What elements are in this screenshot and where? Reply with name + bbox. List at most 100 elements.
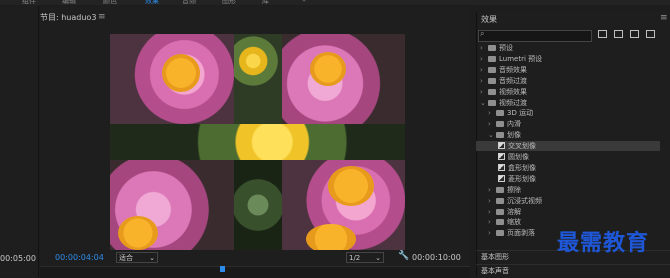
- flower-center: [328, 166, 374, 206]
- source-panel: [0, 6, 39, 277]
- resolution-dropdown[interactable]: 1/2 ⌄: [346, 252, 384, 263]
- video-tile: [234, 34, 282, 124]
- video-tile: [234, 160, 282, 250]
- effect-label: 划像: [507, 131, 521, 140]
- video-tile: [282, 160, 405, 250]
- fit-dropdown-value: 适合: [119, 254, 133, 262]
- chevron-right-icon[interactable]: ›: [480, 76, 483, 86]
- section-essential-sound[interactable]: 基本声音: [476, 264, 670, 277]
- flower-center: [162, 54, 200, 92]
- effect-folder[interactable]: › 音频过渡: [480, 76, 650, 86]
- menu-item-color[interactable]: 颜色: [103, 0, 117, 5]
- video-tile: [282, 34, 405, 124]
- folder-icon: [488, 55, 496, 62]
- effect-label: 溶解: [507, 207, 521, 216]
- chevron-right-icon[interactable]: ›: [488, 119, 491, 129]
- effect-folder[interactable]: › 预设: [480, 43, 650, 53]
- chevron-right-icon[interactable]: ›: [488, 207, 491, 217]
- effect-folder[interactable]: ⌄ 视频过渡: [480, 98, 650, 108]
- flower-center: [118, 216, 158, 250]
- folder-icon: [496, 219, 504, 226]
- hamburger-icon[interactable]: ≡: [98, 12, 106, 22]
- flower-center: [306, 224, 356, 250]
- menu-item-effects[interactable]: 效果: [145, 0, 159, 5]
- hamburger-icon[interactable]: ≡: [660, 13, 668, 23]
- program-monitor-title[interactable]: 节目: huaduo3: [40, 12, 96, 28]
- effect-label: 内滑: [507, 120, 521, 129]
- resolution-dropdown-value: 1/2: [349, 254, 361, 262]
- chevron-down-icon[interactable]: ⌄: [488, 130, 494, 140]
- effect-folder[interactable]: › 沉浸式视频: [480, 196, 650, 206]
- video-tile: [110, 124, 405, 160]
- chevron-right-icon[interactable]: ›: [488, 196, 491, 206]
- folder-icon: [496, 132, 504, 139]
- effect-folder[interactable]: › 视频效果: [480, 87, 650, 97]
- source-timecode: 00:05:00: [0, 254, 36, 263]
- effect-label: Lumetri 预设: [499, 54, 543, 63]
- effect-folder[interactable]: › 3D 运动: [480, 108, 650, 118]
- folder-icon: [496, 110, 504, 117]
- effect-label: 视频过渡: [499, 98, 527, 107]
- chevron-right-icon[interactable]: ›: [480, 54, 483, 64]
- effect-folder[interactable]: ⌄ 划像: [480, 130, 650, 140]
- effect-folder[interactable]: › 内滑: [480, 119, 650, 129]
- chevron-down-icon: ⌄: [375, 254, 381, 262]
- video-tile: [110, 34, 234, 124]
- effects-panel-title[interactable]: 效果: [481, 14, 497, 25]
- folder-icon: [488, 66, 496, 73]
- effect-label: 盒形划像: [508, 163, 536, 172]
- effects-search-input[interactable]: [478, 30, 592, 42]
- chevron-right-icon[interactable]: ›: [480, 87, 483, 97]
- menu-item-audio[interactable]: 音频: [182, 0, 196, 5]
- effect-label: 缩放: [507, 218, 521, 227]
- accelerated-effects-icon[interactable]: [598, 30, 607, 38]
- effect-folder[interactable]: › 音频效果: [480, 65, 650, 75]
- transition-icon: [498, 174, 505, 182]
- wrench-icon[interactable]: 🔧: [398, 251, 409, 261]
- chevron-right-icon[interactable]: ›: [480, 43, 483, 53]
- fit-dropdown[interactable]: 适合 ⌄: [116, 252, 158, 263]
- effect-label: 交叉划像: [508, 142, 536, 151]
- chevron-right-icon[interactable]: ›: [488, 185, 491, 195]
- menu-item-edit[interactable]: 编辑: [62, 0, 76, 5]
- section-label: 基本声音: [481, 267, 509, 275]
- current-timecode[interactable]: 00:00:04:04: [55, 253, 104, 262]
- transition-icon: [498, 142, 505, 150]
- folder-icon: [496, 208, 504, 215]
- chevron-right-icon[interactable]: ›: [488, 217, 491, 227]
- effect-item[interactable]: 菱形划像: [480, 174, 650, 184]
- effect-folder[interactable]: › Lumetri 预设: [480, 54, 650, 64]
- video-tile: [110, 160, 234, 250]
- new-bin-icon[interactable]: [646, 30, 655, 38]
- effect-item[interactable]: 圆划像: [480, 152, 650, 162]
- folder-icon: [488, 77, 496, 84]
- chevron-down-icon[interactable]: ⌄: [480, 98, 486, 108]
- yuv-effects-icon[interactable]: [630, 30, 639, 38]
- effect-label: 擦除: [507, 185, 521, 194]
- transition-icon: [498, 153, 505, 160]
- effect-label: 3D 运动: [507, 109, 534, 118]
- effect-folder[interactable]: › 擦除: [480, 185, 650, 195]
- effect-item[interactable]: 盒形划像: [480, 163, 650, 173]
- menu-item-components[interactable]: 组件: [22, 0, 36, 5]
- effect-label: 音频效果: [499, 65, 527, 74]
- menubar: 组件 编辑 颜色 效果 音频 图形 库 »: [0, 0, 670, 5]
- more-workspaces-icon[interactable]: »: [302, 0, 306, 4]
- chevron-right-icon[interactable]: ›: [488, 228, 491, 238]
- mini-timeline[interactable]: [40, 266, 470, 278]
- effect-item[interactable]: 交叉划像: [476, 141, 660, 152]
- playhead-marker[interactable]: [220, 266, 225, 272]
- effect-label: 音频过渡: [499, 76, 527, 85]
- chevron-right-icon[interactable]: ›: [480, 65, 483, 75]
- menu-item-graphics[interactable]: 图形: [222, 0, 236, 5]
- folder-icon: [496, 186, 504, 193]
- chevron-right-icon[interactable]: ›: [488, 108, 491, 118]
- menu-item-libraries[interactable]: 库: [262, 0, 269, 5]
- 32bit-effects-icon[interactable]: [614, 30, 623, 38]
- folder-icon: [496, 121, 504, 128]
- effect-label: 视频效果: [499, 87, 527, 96]
- folder-icon: [488, 45, 496, 51]
- folder-icon: [496, 197, 504, 204]
- effect-folder[interactable]: › 溶解: [480, 207, 650, 217]
- flower-center: [310, 52, 346, 86]
